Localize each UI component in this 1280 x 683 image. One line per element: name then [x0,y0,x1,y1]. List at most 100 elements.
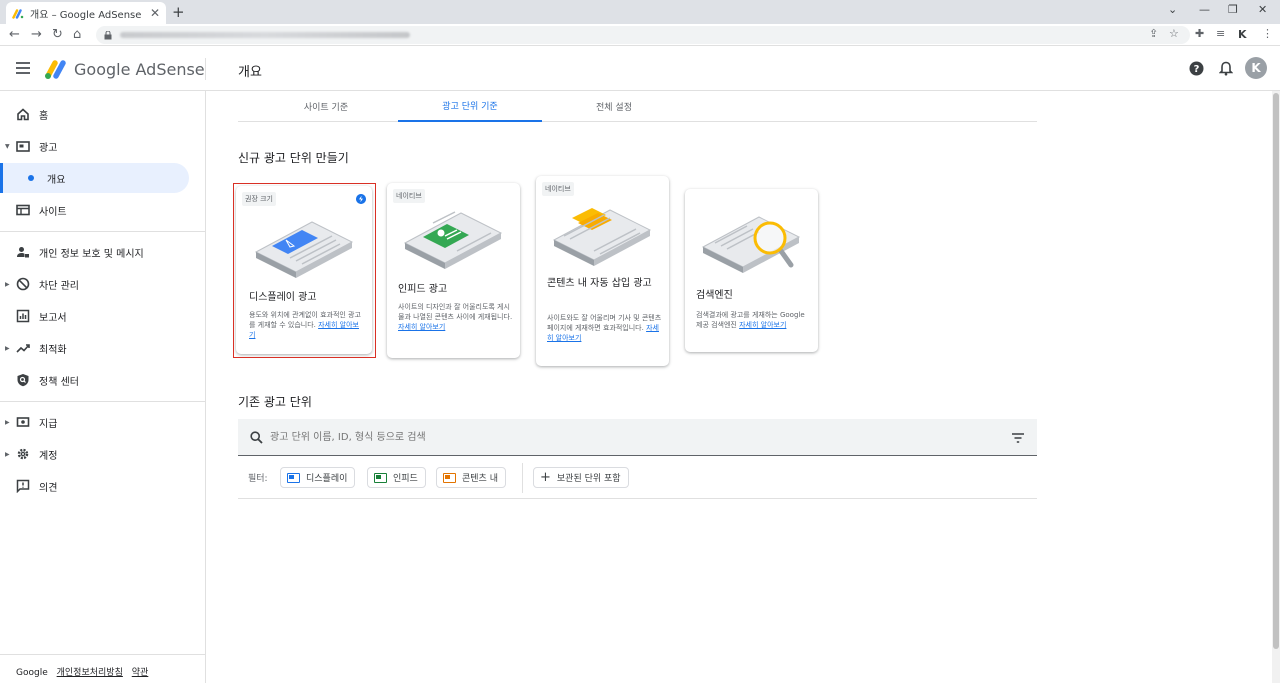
sidebar-item-privacy[interactable]: 개인 정보 보호 및 메시지 [0,237,205,267]
notifications-bell-icon[interactable] [1219,61,1233,76]
page-scrollbar[interactable] [1272,91,1280,683]
card-title: 인피드 광고 [398,284,448,295]
minimize-icon[interactable]: — [1199,3,1210,16]
learn-more-link[interactable]: 자세히 알아보기 [398,323,445,331]
in-feed-ad-icon [374,472,387,483]
sidebar-item-account[interactable]: ▶ 계정 [0,439,205,469]
in-feed-ad-card[interactable]: 네이티브 인피드 광고 사이트의 디자인과 잘 어울리도록 게시물과 나열된 콘… [387,183,520,358]
extensions-icon[interactable]: ✚ [1195,27,1204,40]
close-window-icon[interactable]: ✕ [1258,3,1267,16]
main-content: 사이트 기준 광고 단위 기준 전체 설정 신규 광고 단위 만들기 권장 크기… [206,91,1272,683]
avatar[interactable]: K [1245,57,1267,79]
filter-label: 필터: [248,474,268,484]
tab-search-icon[interactable]: ⌄ [1168,3,1177,16]
highlight-box [233,183,376,358]
privacy-policy-link[interactable]: 개인정보처리방침 [57,668,123,678]
header-divider [205,58,206,80]
brand-name[interactable]: Google AdSense [74,60,205,79]
sidebar-divider [0,231,205,232]
address-bar[interactable] [96,26,1190,44]
existing-ad-units-title: 기존 광고 단위 [238,395,312,409]
filter-chip-in-feed[interactable]: 인피드 [367,467,426,488]
blurred-url [120,32,410,38]
card-title: 검색엔진 [696,290,733,301]
sites-icon [16,204,30,216]
search-input[interactable] [270,429,870,445]
new-ad-unit-title: 신규 광고 단위 만들기 [238,151,349,165]
policy-icon [17,374,29,387]
browser-menu-icon[interactable]: ⋮ [1262,27,1273,40]
active-dot-icon [28,175,34,181]
sidebar-item-feedback[interactable]: 의견 [0,471,205,501]
search-engine-card[interactable]: 검색엔진 검색결과에 광고를 게재하는 Google 제공 검색엔진 자세히 알… [685,189,818,352]
search-engine-illustration [701,216,801,273]
sidebar-item-policy[interactable]: 정책 센터 [0,365,205,395]
ad-unit-search-bar [238,419,1037,456]
home-browser-icon[interactable]: ⌂ [73,27,81,42]
extension-k-icon[interactable]: K [1238,28,1247,41]
new-tab-button[interactable]: + [172,3,185,21]
filter-chip-display[interactable]: 디스플레이 [280,467,356,488]
include-archived-chip[interactable]: + 보관된 단위 포함 [533,467,629,488]
chevron-right-icon: ▶ [5,344,10,352]
card-description: 검색결과에 광고를 게재하는 Google 제공 검색엔진 자세히 알아보기 [696,311,805,329]
terms-link[interactable]: 약관 [132,668,149,678]
close-tab-icon[interactable]: ✕ [150,6,160,20]
in-article-ad-illustration [552,208,652,266]
filter-chip-in-article[interactable]: 콘텐츠 내 [436,467,506,488]
filter-row: 필터: 디스플레이 인피드 콘텐츠 내 + 보관된 단위 포함 [238,463,1037,499]
lock-icon [104,30,112,39]
chip-divider [522,463,523,493]
sidebar-item-sites[interactable]: 사이트 [0,195,205,225]
sidebar-item-reports[interactable]: 보고서 [0,301,205,331]
card-tag: 네이티브 [542,182,574,196]
adsense-favicon-icon [12,9,24,19]
reading-list-icon[interactable]: ≡ [1216,27,1225,40]
scrollbar-thumb[interactable] [1273,93,1279,649]
sidebar-item-overview[interactable]: 개요 [0,163,189,193]
in-article-ad-card[interactable]: 네이티브 콘텐츠 내 자동 삽입 광고 사이트와도 잘 어울리며 기사 및 콘텐… [536,176,669,366]
browser-tab-bar: 개요 – Google AdSense ✕ + ⌄ — ❐ ✕ [0,0,1280,24]
forward-icon[interactable]: → [31,27,42,42]
chevron-down-icon: ▼ [5,142,10,150]
in-article-ad-icon [443,472,456,483]
chevron-right-icon: ▶ [5,280,10,288]
share-icon[interactable]: ⇪ [1149,27,1158,40]
tab-by-site[interactable]: 사이트 기준 [254,91,398,122]
reports-icon [16,309,30,323]
bookmark-star-icon[interactable]: ☆ [1169,27,1179,40]
app-header: Google AdSense 개요 ? K [0,46,1280,91]
card-title: 콘텐츠 내 자동 삽입 광고 [547,278,652,289]
sidebar-divider [0,401,205,402]
filter-list-icon[interactable] [1011,433,1025,443]
privacy-icon [17,247,29,258]
add-icon: + [540,470,551,485]
sidebar-item-payments[interactable]: ▶ 지급 [0,407,205,437]
menu-icon[interactable] [16,62,30,74]
reload-icon[interactable]: ↻ [52,27,63,42]
sidebar-item-blocking[interactable]: ▶ 차단 관리 [0,269,205,299]
ads-icon [16,141,30,152]
gear-icon [17,448,29,460]
sidebar-item-home[interactable]: 홈 [0,99,205,129]
adsense-logo-icon [45,60,66,79]
payments-icon [16,417,30,427]
chevron-right-icon: ▶ [5,450,10,458]
tab-by-ad-unit[interactable]: 광고 단위 기준 [398,91,542,122]
card-tag: 네이티브 [393,189,425,203]
learn-more-link[interactable]: 자세히 알아보기 [739,321,786,329]
sidebar-item-optimization[interactable]: ▶ 최적화 [0,333,205,363]
sidebar-footer: Google 개인정보처리방침 약관 [16,665,148,678]
sidebar-divider [0,654,205,655]
browser-toolbar: ← → ↻ ⌂ ⇪ ☆ ✚ ≡ K ⋮ [0,24,1280,46]
feedback-icon [16,479,30,493]
tab-global-settings[interactable]: 전체 설정 [542,91,686,122]
help-icon[interactable]: ? [1189,61,1204,76]
sidebar-item-ads[interactable]: ▼ 광고 [0,131,205,161]
browser-tab[interactable]: 개요 – Google AdSense ✕ [6,2,166,24]
sidebar: 홈 ▼ 광고 개요 사이트 개인 정보 보호 및 메시지 ▶ 차단 관리 보고서… [0,91,206,683]
display-ad-icon [287,472,300,483]
restore-icon[interactable]: ❐ [1228,3,1238,16]
back-icon[interactable]: ← [9,27,20,42]
card-description: 사이트의 디자인과 잘 어울리도록 게시물과 나열된 콘텐츠 사이에 게재됩니다… [398,303,513,331]
